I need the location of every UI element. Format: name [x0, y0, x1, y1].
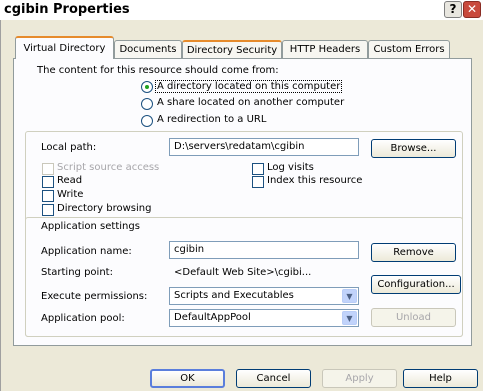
cancel-button[interactable]: Cancel: [236, 369, 311, 388]
read-label[interactable]: Read: [57, 175, 82, 186]
radio-url-redirection[interactable]: [141, 115, 153, 127]
log-visits-checkbox[interactable]: [252, 163, 264, 175]
configuration-button[interactable]: Configuration...: [371, 275, 461, 294]
apply-button: Apply: [322, 369, 397, 388]
directory-browsing-label[interactable]: Directory browsing: [57, 203, 151, 214]
index-resource-label[interactable]: Index this resource: [267, 175, 362, 186]
window-title: cgibin Properties: [4, 2, 130, 17]
radio-network-share[interactable]: [141, 98, 153, 110]
close-button[interactable]: ✕: [463, 1, 481, 18]
local-path-field[interactable]: D:\servers\redatam\cgibin: [169, 138, 359, 156]
write-label[interactable]: Write: [57, 189, 83, 200]
application-pool-label: Application pool:: [41, 313, 125, 324]
application-pool-select[interactable]: DefaultAppPool ▼: [169, 309, 359, 327]
starting-point-value: <Default Web Site>\cgibi...: [174, 267, 312, 278]
tab-panel-virtual-directory: The content for this resource should com…: [13, 58, 472, 346]
close-icon: ✕: [466, 2, 478, 16]
script-source-access-checkbox: [42, 163, 54, 175]
application-name-field[interactable]: cgibin: [169, 241, 359, 259]
chevron-down-icon[interactable]: ▼: [342, 311, 357, 325]
tab-custom-errors[interactable]: Custom Errors: [368, 40, 450, 58]
radio-local-directory[interactable]: [141, 81, 153, 93]
ok-button[interactable]: OK: [150, 369, 225, 388]
tab-directory-security[interactable]: Directory Security: [182, 40, 282, 58]
tab-documents[interactable]: Documents: [114, 40, 182, 58]
help-title-button[interactable]: ?: [444, 1, 462, 18]
local-path-label: Local path:: [41, 142, 97, 153]
write-checkbox[interactable]: [42, 190, 54, 202]
chevron-down-icon[interactable]: ▼: [342, 289, 357, 303]
title-bar: cgibin Properties ? ✕: [0, 0, 483, 20]
browse-button[interactable]: Browse...: [371, 139, 456, 158]
application-pool-value: DefaultAppPool: [174, 312, 251, 323]
radio-url-redirection-label[interactable]: A redirection to a URL: [157, 114, 266, 125]
directory-browsing-checkbox[interactable]: [42, 204, 54, 216]
read-checkbox[interactable]: [42, 176, 54, 188]
starting-point-label: Starting point:: [41, 267, 113, 278]
unload-button: Unload: [371, 308, 456, 327]
script-source-access-label: Script source access: [57, 162, 160, 173]
execute-permissions-select[interactable]: Scripts and Executables ▼: [169, 287, 359, 305]
index-resource-checkbox[interactable]: [252, 176, 264, 188]
radio-network-share-label[interactable]: A share located on another computer: [157, 97, 344, 108]
execute-permissions-label: Execute permissions:: [41, 291, 148, 302]
tab-http-headers[interactable]: HTTP Headers: [282, 40, 368, 58]
radio-local-directory-label[interactable]: A directory located on this computer: [155, 80, 343, 93]
content-source-prompt: The content for this resource should com…: [37, 65, 279, 76]
log-visits-label[interactable]: Log visits: [267, 162, 314, 173]
application-settings-heading: Application settings: [41, 221, 140, 232]
question-icon: ?: [449, 2, 457, 16]
tab-virtual-directory[interactable]: Virtual Directory: [15, 36, 114, 59]
remove-button[interactable]: Remove: [371, 243, 456, 262]
execute-permissions-value: Scripts and Executables: [174, 290, 294, 301]
help-button[interactable]: Help: [403, 369, 478, 388]
application-name-label: Application name:: [41, 246, 132, 257]
